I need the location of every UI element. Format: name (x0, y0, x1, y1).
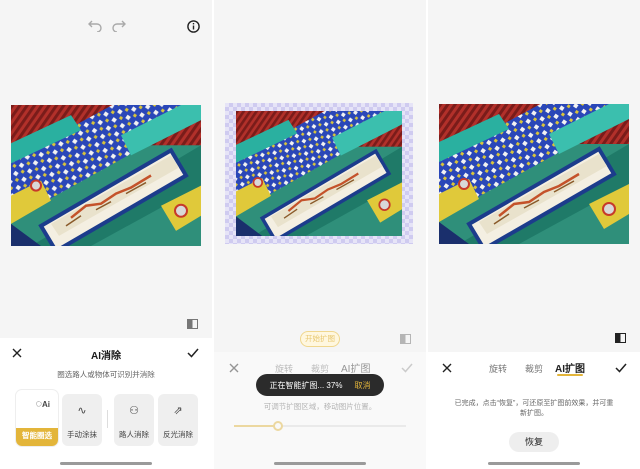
restore-button[interactable]: 恢复 (509, 432, 559, 452)
ai-circle-icon: ◌Ai (35, 398, 50, 410)
slider-handle[interactable] (273, 421, 283, 431)
tool-remove-reflection[interactable]: ⇗ 反光消除 (158, 394, 198, 446)
tab-rotate[interactable]: 旋转 (489, 362, 507, 375)
hint-text: 可调节扩图区域，移动图片位置。 (263, 402, 377, 411)
screen: AI消除 圈选路人或物体可识别并消除 ◌Ai 智能圈选 ∿ 手动涂抹 ⚇ 路人消… (0, 0, 640, 469)
sheet-title: AI消除 (91, 351, 121, 362)
tool-label: 反光消除 (163, 430, 193, 439)
tool-manual-brush[interactable]: ∿ 手动涂抹 (62, 394, 102, 446)
redo-icon[interactable] (110, 17, 128, 35)
close-icon[interactable] (227, 361, 241, 375)
undo-icon[interactable] (86, 17, 104, 35)
people-icon: ⚇ (129, 405, 139, 417)
slider-track[interactable] (234, 421, 406, 431)
toast-text: 正在智能扩图... 37% (269, 380, 343, 390)
progress-toast: 正在智能扩图... 37% 取消 (256, 374, 384, 396)
tool-label: 智能圈选 (22, 431, 52, 440)
hint-text: 圈选路人或物体可识别并消除 (57, 370, 155, 379)
tab-ai-expand[interactable]: AI扩图 (555, 360, 585, 375)
close-icon[interactable] (440, 361, 454, 375)
tab-crop[interactable]: 裁剪 (525, 362, 543, 375)
photo (439, 104, 629, 244)
panel-ai-expand-done: 旋转 裁剪 AI扩图 已完成，点击“恢复”，可还原至扩图前效果，并可重 新扩图。… (428, 0, 640, 469)
confirm-icon[interactable] (400, 361, 414, 375)
tool-label: 路人消除 (119, 430, 149, 439)
tool-remove-people[interactable]: ⚇ 路人消除 (114, 394, 154, 446)
home-indicator (60, 462, 152, 465)
compare-icon[interactable] (186, 318, 198, 330)
confirm-icon[interactable] (614, 361, 628, 375)
tool-smart-select[interactable]: ◌Ai 智能圈选 (16, 390, 58, 446)
done-hint-line1: 已完成，点击“恢复”，可还原至扩图前效果，并可重 (454, 400, 614, 407)
start-expand-button[interactable]: 开始扩图 (300, 331, 340, 347)
compare-icon[interactable] (614, 332, 626, 344)
done-hint-line2: 新扩图。 (520, 410, 548, 417)
expand-canvas[interactable] (225, 103, 413, 244)
confirm-icon[interactable] (186, 346, 200, 360)
cancel-button[interactable]: 取消 (354, 380, 370, 391)
slider-fill (234, 425, 278, 427)
home-indicator (488, 462, 580, 465)
divider (107, 410, 108, 428)
active-tab-indicator (557, 374, 583, 376)
bottom-sheet: 旋转 裁剪 AI扩图 已完成，点击“恢复”，可还原至扩图前效果，并可重 新扩图。… (428, 352, 640, 469)
home-indicator (274, 462, 366, 465)
tool-label: 手动涂抹 (67, 430, 97, 439)
bottom-sheet: 旋转 裁剪 AI扩图 可调节扩图区域，移动图片位置。 (214, 352, 426, 469)
reflection-icon: ⇗ (173, 405, 183, 417)
info-icon[interactable] (186, 19, 200, 33)
brush-icon: ∿ (77, 405, 87, 417)
compare-icon[interactable] (399, 333, 411, 345)
photo (236, 111, 402, 236)
photo (11, 105, 201, 246)
tab-ai-expand[interactable]: AI扩图 (341, 360, 370, 375)
panel-ai-expand-progress: 开始扩图 旋转 裁剪 AI扩图 可调节扩图区域，移动图片位置。 (214, 0, 426, 469)
panel-ai-eraser: AI消除 圈选路人或物体可识别并消除 ◌Ai 智能圈选 ∿ 手动涂抹 ⚇ 路人消… (0, 0, 212, 469)
